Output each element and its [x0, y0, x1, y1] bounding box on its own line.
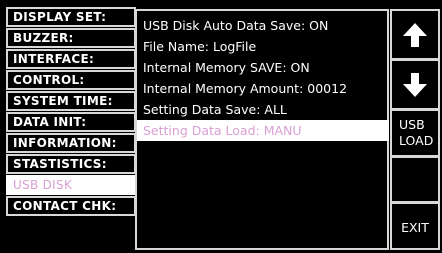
setting-internal-memory-save[interactable]: Internal Memory SAVE: ON [137, 57, 387, 78]
menu-item-usb-disk[interactable]: USB DISK [6, 175, 136, 195]
usb-load-label: USB LOAD [399, 117, 434, 148]
down-button[interactable] [390, 59, 440, 110]
menu-item-system-time[interactable]: SYSTEM TIME: [6, 91, 136, 111]
blank-softkey[interactable] [390, 156, 440, 203]
exit-button[interactable]: EXIT [390, 202, 440, 250]
usb-disk-settings-panel: USB Disk Auto Data Save: ON File Name: L… [135, 9, 389, 250]
setting-data-save[interactable]: Setting Data Save: ALL [137, 99, 387, 120]
arrow-up-icon [403, 23, 427, 47]
up-button[interactable] [390, 9, 440, 60]
instrument-screen: DISPLAY SET: BUZZER: INTERFACE: CONTROL:… [0, 0, 442, 253]
setting-file-name[interactable]: File Name: LogFile [137, 36, 387, 57]
settings-menu: DISPLAY SET: BUZZER: INTERFACE: CONTROL:… [6, 7, 136, 217]
softkey-column: USB LOAD EXIT [390, 9, 442, 253]
menu-item-statistics[interactable]: STASTISTICS: [6, 154, 136, 174]
menu-item-interface[interactable]: INTERFACE: [6, 49, 136, 69]
usb-load-button[interactable]: USB LOAD [390, 109, 440, 157]
setting-internal-memory-amount[interactable]: Internal Memory Amount: 00012 [137, 78, 387, 99]
menu-item-buzzer[interactable]: BUZZER: [6, 28, 136, 48]
arrow-down-icon [403, 73, 427, 97]
setting-data-load[interactable]: Setting Data Load: MANU [137, 120, 389, 141]
exit-label: EXIT [401, 220, 429, 235]
menu-item-data-init[interactable]: DATA INIT: [6, 112, 136, 132]
setting-usb-auto-save[interactable]: USB Disk Auto Data Save: ON [137, 15, 387, 36]
menu-item-information[interactable]: INFORMATION: [6, 133, 136, 153]
menu-item-control[interactable]: CONTROL: [6, 70, 136, 90]
menu-item-contact-chk[interactable]: CONTACT CHK: [6, 196, 136, 216]
menu-item-display-set[interactable]: DISPLAY SET: [6, 7, 136, 27]
